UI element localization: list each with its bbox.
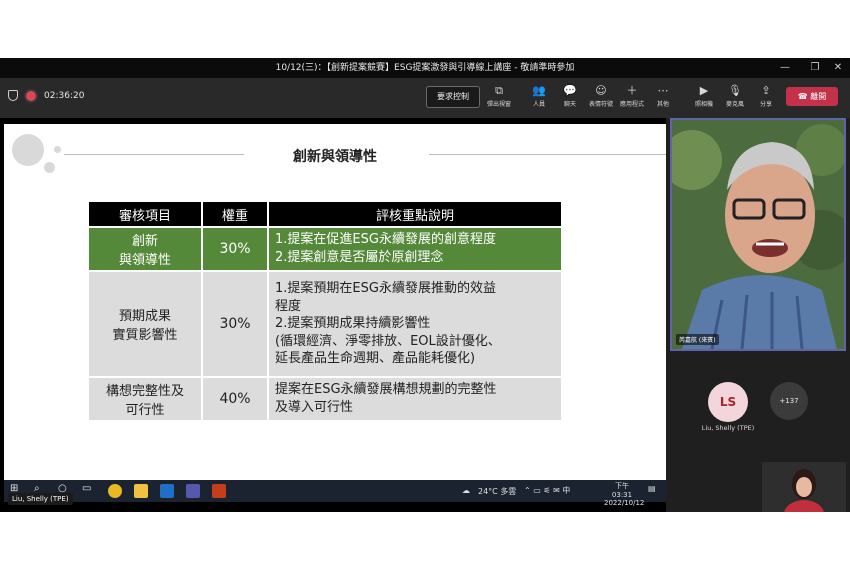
camera-off-icon: ▶ [699, 84, 709, 97]
row-weight: 40% [201, 376, 269, 422]
more-icon: ⋯ [657, 84, 669, 97]
speaker-name-label: 芮嘉航 (來賓) [676, 334, 719, 345]
row-detail: 提案在ESG永續發展構想規劃的完整性 及導入可行性 [267, 376, 563, 422]
row-item: 創新 與領導性 [87, 226, 203, 272]
shared-screen: 創新與領導性 審核項目 權重 評核重點說明 創新 與領導性 30% 1.提案在促… [0, 118, 666, 512]
outlook-icon[interactable] [160, 484, 174, 498]
reactions-button[interactable]: ☺ 表情符號 [586, 84, 616, 108]
header-weight: 權重 [201, 200, 269, 228]
row-detail: 1.提案在促進ESG永續發展的創意程度 2.提案創意是否屬於原創理念 [267, 226, 563, 272]
table-row: 創新 與領導性 30% 1.提案在促進ESG永續發展的創意程度 2.提案創意是否… [87, 226, 563, 272]
close-icon[interactable]: ✕ [828, 58, 848, 78]
apps-icon: ＋ [626, 84, 638, 97]
table-row: 構想完整性及 可行性 40% 提案在ESG永續發展構想規劃的完整性 及導入可行性 [87, 376, 563, 422]
participant-avatar[interactable]: LS [708, 382, 748, 422]
shield-icon [8, 90, 18, 101]
weather-icon: ☁ [462, 486, 470, 495]
restore-icon[interactable]: ❐ [805, 58, 825, 78]
mic-off-icon: 🎙 [728, 84, 742, 97]
phone-icon: ☎ [797, 92, 808, 101]
people-icon: 👥 [532, 84, 546, 97]
title-bar: 10/12(三)：【創新提案競賽】ESG提案激發與引導線上講座 - 敬請準時參加… [0, 58, 850, 78]
camera-button[interactable]: ▶ 照相機 [689, 84, 719, 108]
slide-title: 創新與領導性 [293, 149, 377, 165]
task-view-icon[interactable]: ▭ [82, 483, 91, 494]
speaker-portrait [672, 120, 844, 349]
more-button[interactable]: ⋯ 其他 [648, 84, 678, 108]
row-item: 預期成果 實質影響性 [87, 270, 203, 378]
speaker-video[interactable]: 芮嘉航 (來賓) [670, 118, 846, 351]
file-explorer-icon[interactable] [134, 484, 148, 498]
row-weight: 30% [201, 270, 269, 378]
teams-icon[interactable] [186, 484, 200, 498]
popout-button[interactable]: ⧉ 彈出視窗 [484, 84, 514, 108]
chat-button[interactable]: 💬 聊天 [555, 84, 585, 108]
meeting-timer: 02:36:20 [44, 90, 85, 101]
table-header: 審核項目 權重 評核重點說明 [87, 200, 563, 228]
criteria-table: 審核項目 權重 評核重點說明 創新 與領導性 30% 1.提案在促進ESG永續發… [87, 200, 563, 422]
row-weight: 30% [201, 226, 269, 272]
reactions-icon: ☺ [595, 84, 607, 97]
self-video[interactable] [762, 462, 846, 512]
weather-text[interactable]: 24°C 多雲 [478, 486, 516, 497]
participant-name: Liu, Shelly (TPE) [701, 424, 755, 432]
chrome-icon[interactable] [108, 484, 122, 498]
chat-icon: 💬 [563, 84, 577, 97]
notification-icon[interactable]: ▤ [648, 484, 656, 493]
request-control-button[interactable]: 要求控制 [426, 86, 480, 108]
presenter-name-tag: Liu, Shelly (TPE) [8, 493, 73, 505]
mic-button[interactable]: 🎙 麥克風 [720, 84, 750, 108]
clock[interactable]: 下午 03:31 2022/10/12 [604, 481, 644, 507]
windows-taskbar: ⊞ ⌕ ○ ▭ ☁ 24°C 多雲 ⌃ ▭ ⚟ ✉ 中 下午 03:31 202… [4, 480, 666, 507]
window-title: 10/12(三)：【創新提案競賽】ESG提案激發與引導線上講座 - 敬請準時參加 [275, 63, 575, 73]
minimize-icon[interactable]: — [775, 58, 795, 78]
more-participants-button[interactable]: +137 [770, 382, 808, 420]
people-button[interactable]: 👥 人員 [524, 84, 554, 108]
tray-icons[interactable]: ⌃ ▭ ⚟ ✉ 中 [524, 485, 570, 496]
header-detail: 評核重點說明 [267, 200, 563, 228]
table-row: 預期成果 實質影響性 30% 1.提案預期在ESG永續發展推動的效益 程度 2.… [87, 270, 563, 378]
popout-icon: ⧉ [495, 84, 503, 97]
header-item: 審核項目 [87, 200, 203, 228]
leave-button[interactable]: ☎ 離開 [786, 87, 838, 106]
row-item: 構想完整性及 可行性 [87, 376, 203, 422]
presentation-slide: 創新與領導性 審核項目 權重 評核重點說明 創新 與領導性 30% 1.提案在促… [4, 124, 666, 480]
meeting-toolbar: 02:36:20 要求控制 ⧉ 彈出視窗 👥 人員 💬 聊天 ☺ 表情符號 ＋應用程式 … [0, 78, 850, 118]
self-portrait [762, 462, 846, 512]
share-button[interactable]: ⇪ 分享 [751, 84, 781, 108]
share-icon: ⇪ [761, 84, 771, 97]
row-detail: 1.提案預期在ESG永續發展推動的效益 程度 2.提案預期成果持續影響性 (循環… [267, 270, 563, 378]
recording-icon [26, 90, 36, 101]
teams-window: 10/12(三)：【創新提案競賽】ESG提案激發與引導線上講座 - 敬請準時參加… [0, 58, 850, 512]
apps-button[interactable]: ＋應用程式 [617, 84, 647, 108]
powerpoint-icon[interactable] [212, 484, 226, 498]
